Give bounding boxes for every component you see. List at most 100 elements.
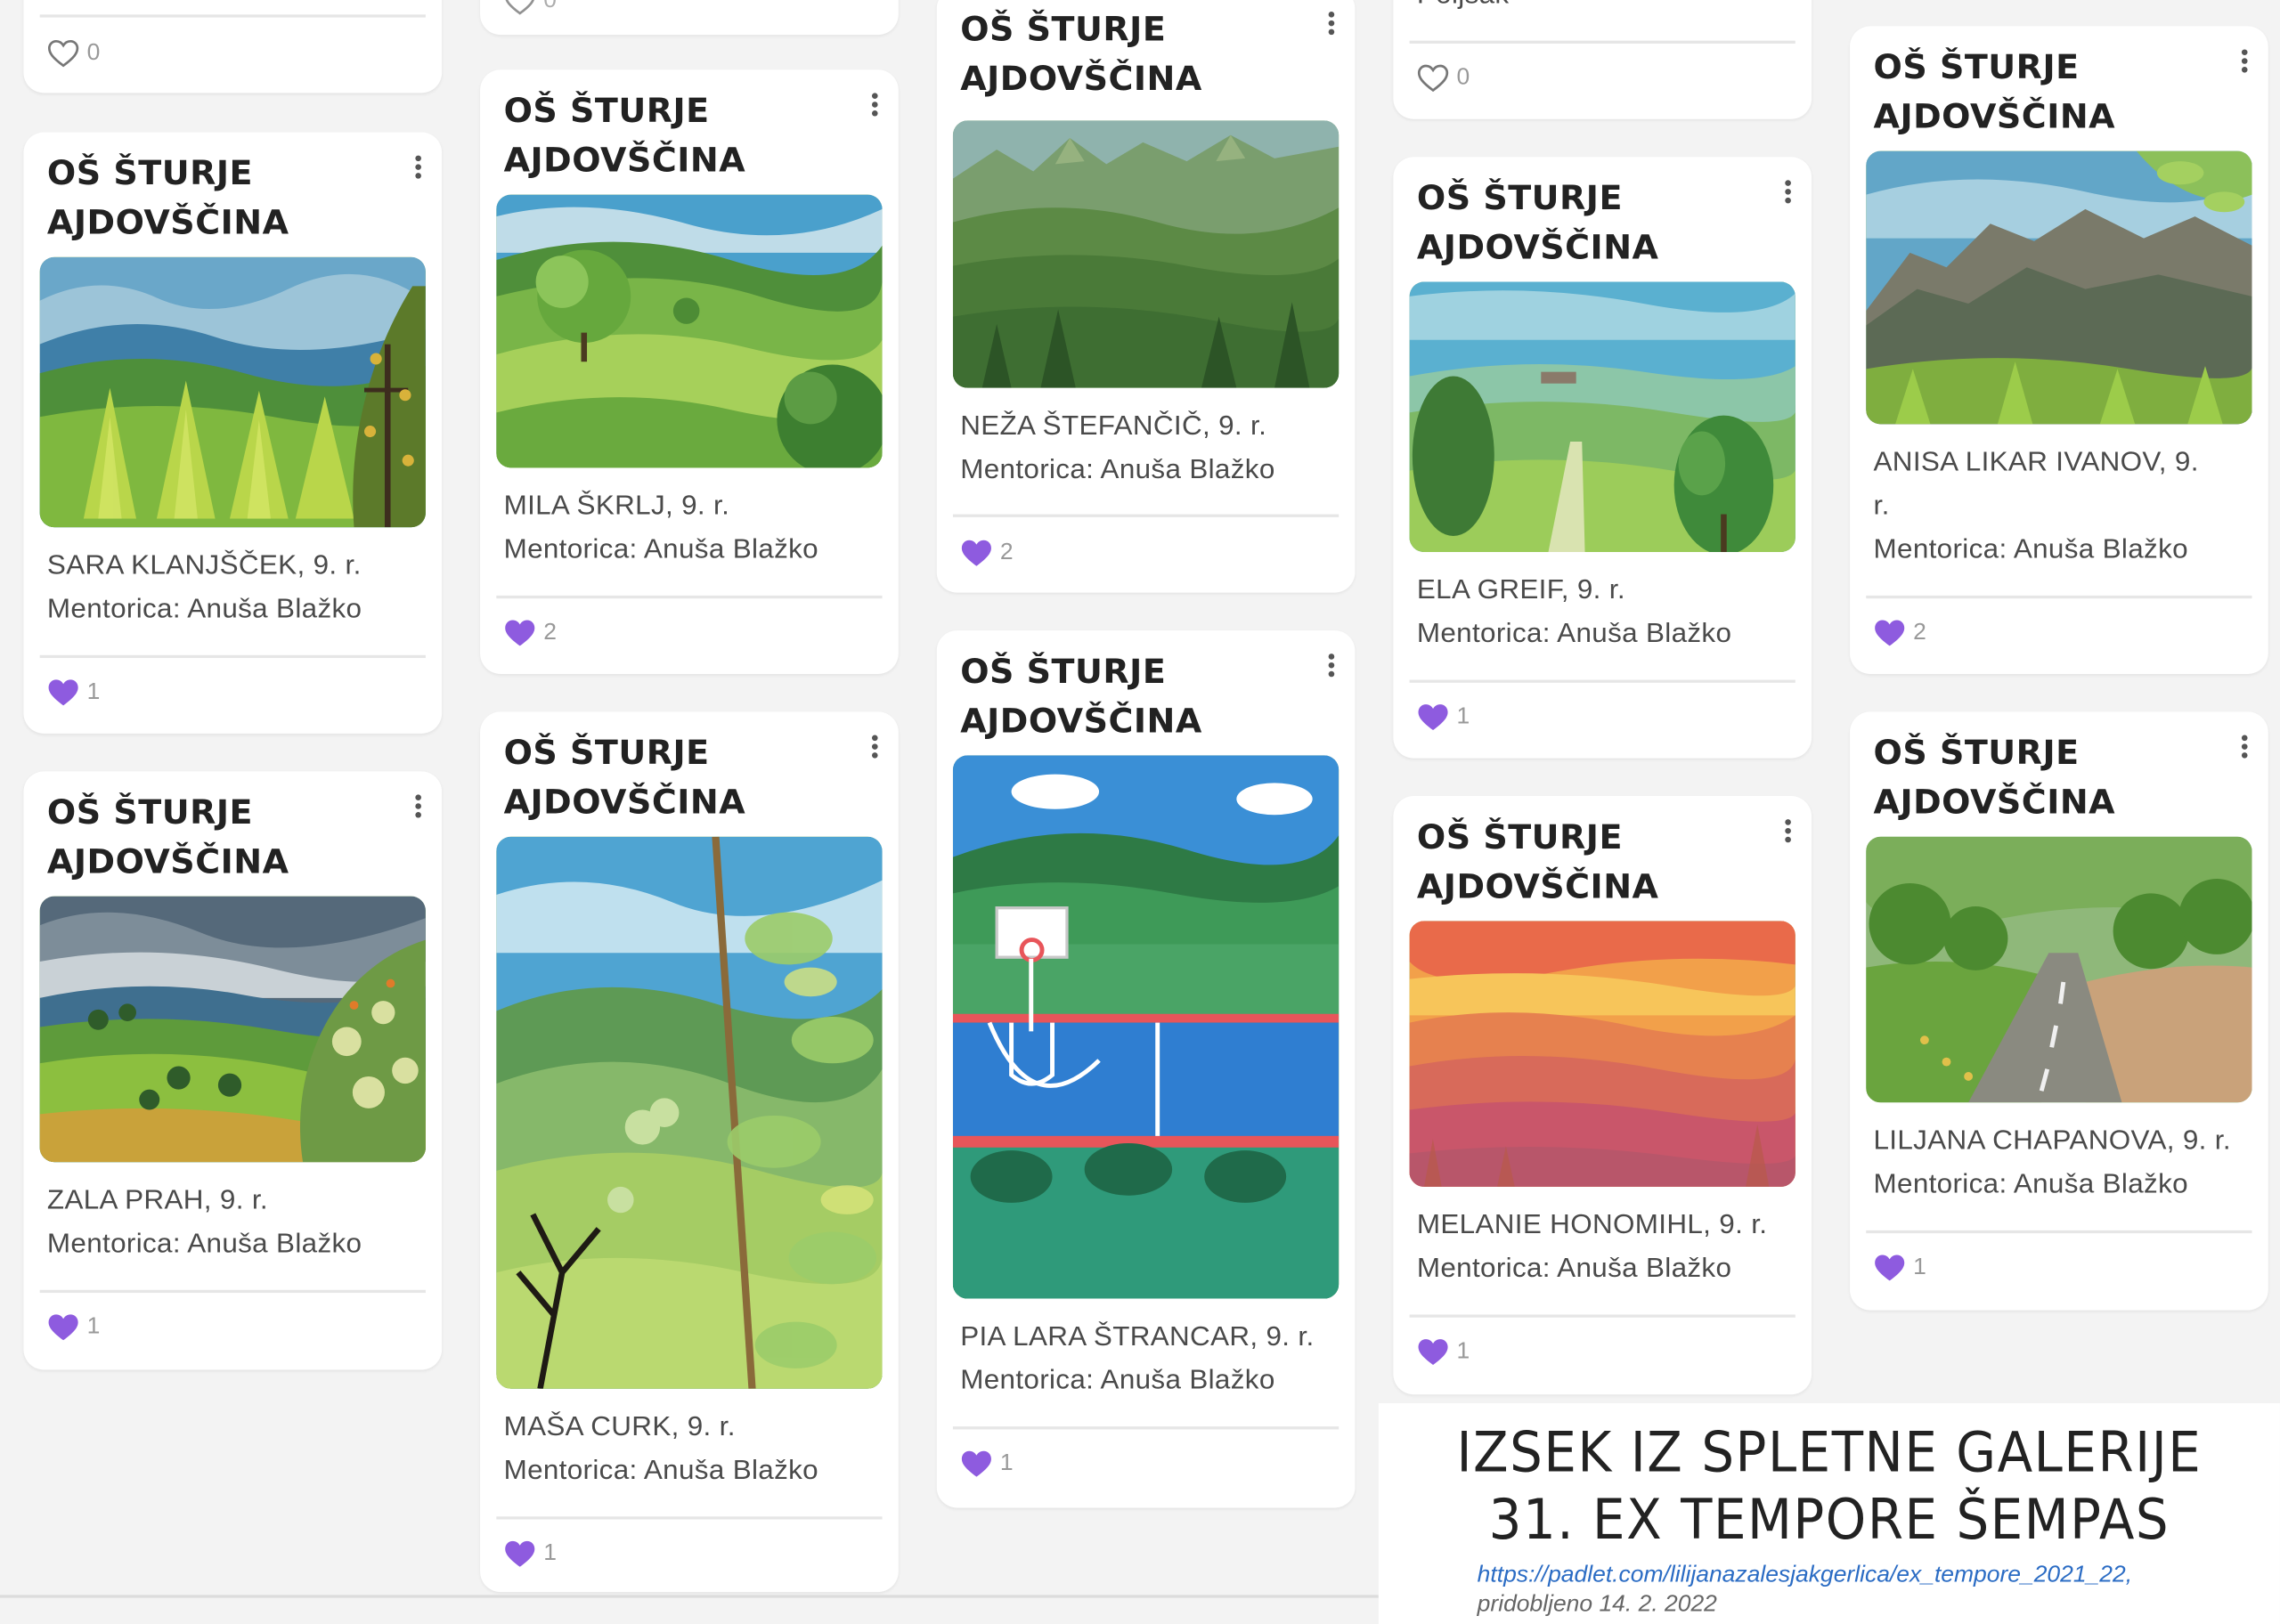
card-title: OŠ ŠTURJE AJDOVŠČINA [1873,735,2116,823]
card-ela[interactable]: OŠ ŠTURJE AJDOVŠČINA ELA GREIF, 9. r. Men… [1393,157,1812,759]
like-button[interactable]: 1 [47,1311,100,1344]
card-caption: SARA KLANJŠČEK, 9. r. Mentorica: Anuša B… [47,545,424,632]
kebab-menu-icon[interactable] [866,732,884,764]
card-title: OŠ ŠTURJE AJDOVŠČINA [503,735,746,823]
student-name: ELA GREIF, 9. r. [1416,575,1625,606]
mentor-name: Mentorica: Anuša Blažko [46,1229,362,1260]
source-link[interactable]: https://padlet.com/lilijanazalesjakgerli… [1478,1563,2132,1588]
mentor-name: Mentorica: Anuša Blažko [960,454,1275,485]
card-caption: PIA LARA ŠTRANCAR, 9. r. Mentorica: Anuš… [960,1316,1337,1403]
card-pia[interactable]: OŠ ŠTURJE AJDOVŠČINA PIA LARA ŠTRANCAR, … [936,630,1356,1508]
student-name: SARA KLANJŠČEK, 9. r. [46,550,362,581]
like-button[interactable]: 1 [1874,1252,1926,1284]
kebab-menu-icon[interactable] [1323,651,1340,683]
like-count: 1 [999,1450,1014,1476]
card-zala[interactable]: OŠ ŠTURJE AJDOVŠČINA ZALA PRAH, 9. r. Men… [23,771,443,1370]
card-partial-col1[interactable]: 0 [23,0,443,93]
like-count: 2 [543,620,557,646]
mentor-name: Mentorica: Anuša Blažko [1873,1169,2188,1200]
card-caption: ZALA PRAH, 9. r. Mentorica: Anuša Blažko [47,1180,424,1267]
card-liljana[interactable]: OŠ ŠTURJE AJDOVŠČINA LILJANA CHAPANOVA, 9… [1850,711,2268,1311]
gallery-caption-subtitle: 31. EX TEMPORE ŠEMPAS [1488,1487,2170,1552]
card-masa[interactable]: OŠ ŠTURJE AJDOVŠČINA MAŠA CURK, 9. r. Men… [480,711,899,1593]
painting-vine-hills[interactable] [496,836,883,1389]
like-button[interactable]: 0 [504,0,557,18]
heart-icon [48,679,78,706]
heart-outline-icon [1417,64,1449,93]
card-title: OŠ ŠTURJE AJDOVŠČINA [46,794,289,882]
card-divider [1409,1314,1796,1318]
like-count: 2 [999,540,1014,565]
painting-stormy-meadow[interactable] [39,896,426,1163]
card-caption: LILJANA CHAPANOVA, 9. r. Mentorica: Anuš… [1874,1120,2251,1207]
like-button[interactable]: 0 [1417,62,1470,94]
mentor-name: Mentorica: Anuša Blažko [1873,534,2188,565]
card-neza[interactable]: OŠ ŠTURJE AJDOVŠČINA NEŽA ŠTEFANČIČ, 9. r… [936,0,1356,593]
card-sara[interactable]: OŠ ŠTURJE AJDOVŠČINA SARA KLANJŠČEK, 9. r… [23,132,443,734]
card-anisa[interactable]: OŠ ŠTURJE AJDOVŠČINA ANISA LIKAR IVANOV, … [1850,26,2268,675]
painting-sunset-hills[interactable] [1409,921,1796,1187]
like-count: 1 [543,1541,557,1566]
like-button[interactable]: 0 [47,37,100,69]
kebab-menu-icon[interactable] [866,90,884,122]
mentor-name: Mentorica: Anuša Blažko [1416,619,1732,650]
card-title: OŠ ŠTURJE AJDOVŠČINA [46,155,289,243]
painting-grey-mountains[interactable] [1866,150,2252,425]
card-divider [496,595,883,599]
mentor-name: Mentorica: Anuša Blažko [503,1455,818,1487]
heart-icon [1875,1255,1905,1281]
like-button[interactable]: 1 [960,1449,1014,1481]
like-count: 1 [86,679,101,705]
like-count: 1 [1456,1339,1470,1364]
heart-icon [1418,704,1448,731]
painting-basketball-court[interactable] [952,755,1340,1299]
card-mila[interactable]: OŠ ŠTURJE AJDOVŠČINA MILA ŠKRLJ, 9. r. Me… [480,69,899,675]
padlet-board: 0 OŠ ŠTURJE AJDOVŠČINA SARA KLANJŠČEK, 9.… [0,0,2280,1624]
like-button[interactable]: 2 [504,617,557,649]
like-button[interactable]: 2 [1874,617,1926,649]
like-button[interactable]: 1 [504,1539,557,1571]
like-button[interactable]: 1 [1417,702,1470,734]
student-name: ZALA PRAH, 9. r. [46,1185,268,1216]
card-caption: MAŠA CURK, 9. r. Mentorica: Anuša Blažko [504,1406,881,1493]
card-title: OŠ ŠTURJE AJDOVŠČINA [1416,819,1659,907]
kebab-menu-icon[interactable] [410,152,428,184]
student-name: Poljšak [1417,0,1794,18]
kebab-menu-icon[interactable] [1779,816,1797,849]
kebab-menu-icon[interactable] [1779,177,1797,209]
student-name: MAŠA CURK, 9. r. [503,1411,736,1443]
student-name-line2: r. [1873,491,1890,522]
like-count: 2 [1913,620,1926,646]
kebab-menu-icon[interactable] [2235,732,2253,764]
kebab-menu-icon[interactable] [2235,46,2253,78]
like-button[interactable]: 1 [1417,1336,1470,1368]
kebab-menu-icon[interactable] [410,792,428,824]
card-divider [952,1426,1340,1430]
card-divider [39,654,426,659]
gallery-caption-panel: IZSEK IZ SPLETNE GALERIJE 31. EX TEMPORE… [1378,1403,2280,1624]
painting-mountains-forest[interactable] [952,120,1340,388]
card-partial-col2[interactable]: 0 [480,0,899,36]
heart-icon [1875,620,1905,646]
card-title: OŠ ŠTURJE AJDOVŠČINA [960,654,1202,742]
mentor-name: Mentorica: Anuša Blažko [1416,1253,1732,1285]
heart-icon [961,540,991,566]
card-melanie[interactable]: OŠ ŠTURJE AJDOVŠČINA MELANIE HONOMIHL, 9.… [1393,796,1812,1395]
painting-forest-trees[interactable] [39,256,426,528]
card-partial-col4[interactable]: Poljšak 0 [1393,0,1812,119]
gallery-caption-title: IZSEK IZ SPLETNE GALERIJE [1456,1420,2203,1485]
card-divider [39,1289,426,1294]
like-button[interactable]: 1 [47,677,100,709]
mentor-name: Mentorica: Anuša Blažko [503,534,818,565]
like-count: 0 [543,0,557,13]
painting-country-road[interactable] [1866,836,2252,1103]
like-button[interactable]: 2 [960,538,1014,570]
like-count: 0 [86,40,101,66]
painting-valley-path[interactable] [1409,281,1796,552]
painting-green-hills[interactable] [496,194,883,468]
student-name: PIA LARA ŠTRANCAR, 9. r. [960,1321,1315,1352]
card-title: OŠ ŠTURJE AJDOVŠČINA [960,12,1202,99]
kebab-menu-icon[interactable] [1323,9,1340,41]
heart-icon [505,620,535,646]
heart-outline-icon [505,0,534,15]
